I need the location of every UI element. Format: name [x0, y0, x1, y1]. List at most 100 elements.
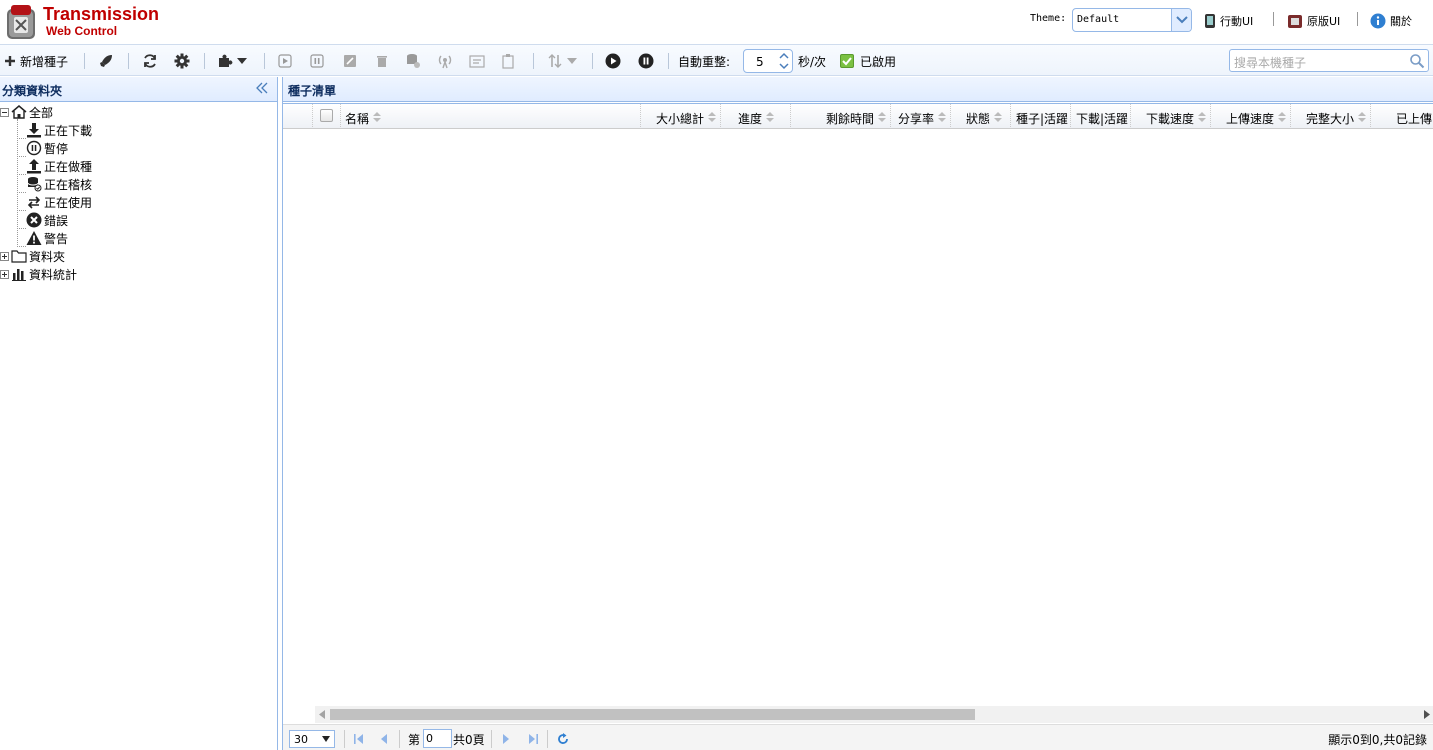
app-title: Transmission — [43, 4, 160, 24]
original-ui-link[interactable]: 原版UI — [1287, 12, 1340, 30]
about-label: 關於 — [1390, 15, 1412, 28]
settings-button[interactable] — [174, 51, 190, 71]
tree-item-label: 資料統計 — [29, 267, 78, 282]
pager-divider — [491, 730, 492, 748]
column-download-speed[interactable]: 下載速度 — [1131, 104, 1211, 128]
column-label: 上傳速度 — [1225, 112, 1274, 126]
tree-item-all[interactable]: 全部 — [0, 103, 53, 121]
select-all-checkbox[interactable] — [320, 109, 333, 122]
tree-item-error[interactable]: 錯誤 — [26, 211, 68, 229]
column-remaining-time[interactable]: 剩餘時間 — [791, 104, 891, 128]
page-prefix: 第 — [408, 733, 421, 747]
folder-move-icon — [469, 55, 485, 68]
column-peers-active[interactable]: 下載|活躍 — [1071, 104, 1131, 128]
move-button[interactable] — [469, 51, 485, 71]
torrent-list-panel: 種子清單 名稱 大小總計 進度 剩餘時間 分享率 狀態 種子|活躍 下載|活躍 … — [282, 77, 1433, 750]
start-button[interactable] — [278, 51, 292, 71]
next-page-icon[interactable] — [501, 733, 511, 745]
row-number-column — [283, 104, 313, 128]
original-ui-label: 原版UI — [1307, 15, 1341, 28]
verify-button[interactable] — [405, 51, 421, 71]
column-label: 進度 — [737, 112, 762, 126]
chevron-up-icon[interactable] — [778, 51, 790, 61]
plus-icon — [5, 56, 15, 66]
caret-down-icon — [322, 736, 330, 742]
column-progress[interactable]: 進度 — [721, 104, 791, 128]
scrollbar-thumb[interactable] — [330, 709, 975, 720]
column-name[interactable]: 名稱 — [341, 104, 641, 128]
tree-item-warning[interactable]: 警告 — [26, 229, 68, 247]
speed-limit-menu-button[interactable] — [547, 51, 577, 71]
horizontal-scrollbar[interactable] — [315, 706, 1433, 723]
tree-item-label: 正在做種 — [44, 159, 93, 174]
toolbar-divider — [204, 53, 205, 69]
page-number-input[interactable]: 0 — [423, 729, 452, 748]
pause-all-torrents-button[interactable] — [638, 51, 654, 71]
page-size-value: 30 — [294, 733, 308, 746]
rocket-icon — [100, 55, 112, 67]
scroll-left-icon[interactable] — [319, 710, 325, 719]
page-size-select[interactable]: 30 — [289, 730, 335, 748]
last-page-icon[interactable] — [527, 733, 539, 745]
collapse-left-icon[interactable] — [255, 81, 269, 95]
add-torrent-button[interactable]: 新增種子 — [4, 51, 68, 71]
transmission-logo-icon — [7, 5, 35, 39]
pause-icon — [310, 54, 324, 68]
refresh-interval-spinner[interactable]: 5 — [743, 49, 793, 73]
tree-item-seeding[interactable]: 正在做種 — [26, 157, 92, 175]
refresh-button[interactable] — [142, 51, 158, 71]
category-panel-header: 分類資料夾 — [0, 77, 277, 102]
tree-item-active[interactable]: 正在使用 — [26, 193, 92, 211]
reload-icon[interactable] — [557, 733, 569, 745]
column-label: 大小總計 — [655, 112, 704, 126]
theme-select[interactable]: Default — [1072, 8, 1192, 32]
scroll-right-icon[interactable] — [1424, 710, 1430, 719]
column-seeds-active[interactable]: 種子|活躍 — [1011, 104, 1071, 128]
column-total-size[interactable]: 大小總計 — [641, 104, 721, 128]
category-panel-title: 分類資料夾 — [2, 84, 63, 98]
tree-item-checking[interactable]: 正在稽核 — [26, 175, 92, 193]
recheck-button[interactable] — [343, 51, 357, 71]
play-circle-icon — [605, 53, 621, 69]
tree-expand-icon[interactable] — [0, 269, 9, 279]
torrent-grid-header: 名稱 大小總計 進度 剩餘時間 分享率 狀態 種子|活躍 下載|活躍 下載速度 … — [283, 103, 1433, 129]
start-all-button[interactable] — [98, 51, 114, 71]
column-complete-size[interactable]: 完整大小 — [1291, 104, 1371, 128]
rename-button[interactable] — [501, 51, 515, 71]
search-icon[interactable] — [1409, 53, 1425, 69]
tree-line — [17, 192, 26, 193]
prev-page-icon[interactable] — [379, 733, 389, 745]
tree-item-folders[interactable]: 資料夾 — [0, 247, 65, 265]
pager-divider — [399, 730, 400, 748]
pause-button[interactable] — [310, 51, 324, 71]
play-icon — [278, 54, 292, 68]
mobile-ui-link[interactable]: 行動UI — [1204, 12, 1253, 30]
tree-item-downloading[interactable]: 正在下載 — [26, 121, 92, 139]
plugins-menu-button[interactable] — [217, 51, 247, 71]
bar-chart-icon — [12, 269, 26, 281]
chevron-down-icon[interactable] — [778, 61, 790, 71]
search-input[interactable]: 搜尋本機種子 — [1229, 49, 1429, 72]
tree-item-paused[interactable]: 暫停 — [26, 139, 68, 157]
column-uploaded[interactable]: 已上傳 — [1371, 104, 1433, 128]
chevron-down-icon[interactable] — [1171, 9, 1191, 31]
tree-expand-icon[interactable] — [0, 251, 9, 261]
about-link[interactable]: 關於 — [1370, 12, 1412, 30]
start-all-torrents-button[interactable] — [605, 51, 621, 71]
caret-down-icon — [237, 58, 247, 64]
sort-icon — [766, 112, 774, 122]
sort-icon — [1198, 112, 1206, 122]
clipboard-icon — [502, 54, 514, 69]
checkmark-icon — [842, 57, 852, 66]
toolbar-divider — [128, 53, 129, 69]
pager-divider — [344, 730, 345, 748]
tree-item-statistics[interactable]: 資料統計 — [0, 265, 77, 283]
column-upload-speed[interactable]: 上傳速度 — [1211, 104, 1291, 128]
first-page-icon[interactable] — [353, 733, 365, 745]
tree-collapse-icon[interactable] — [0, 107, 9, 117]
reannounce-button[interactable] — [437, 51, 453, 71]
remove-button[interactable] — [375, 51, 389, 71]
column-ratio[interactable]: 分享率 — [891, 104, 951, 128]
column-status[interactable]: 狀態 — [951, 104, 1011, 128]
auto-refresh-checkbox[interactable] — [840, 54, 854, 68]
